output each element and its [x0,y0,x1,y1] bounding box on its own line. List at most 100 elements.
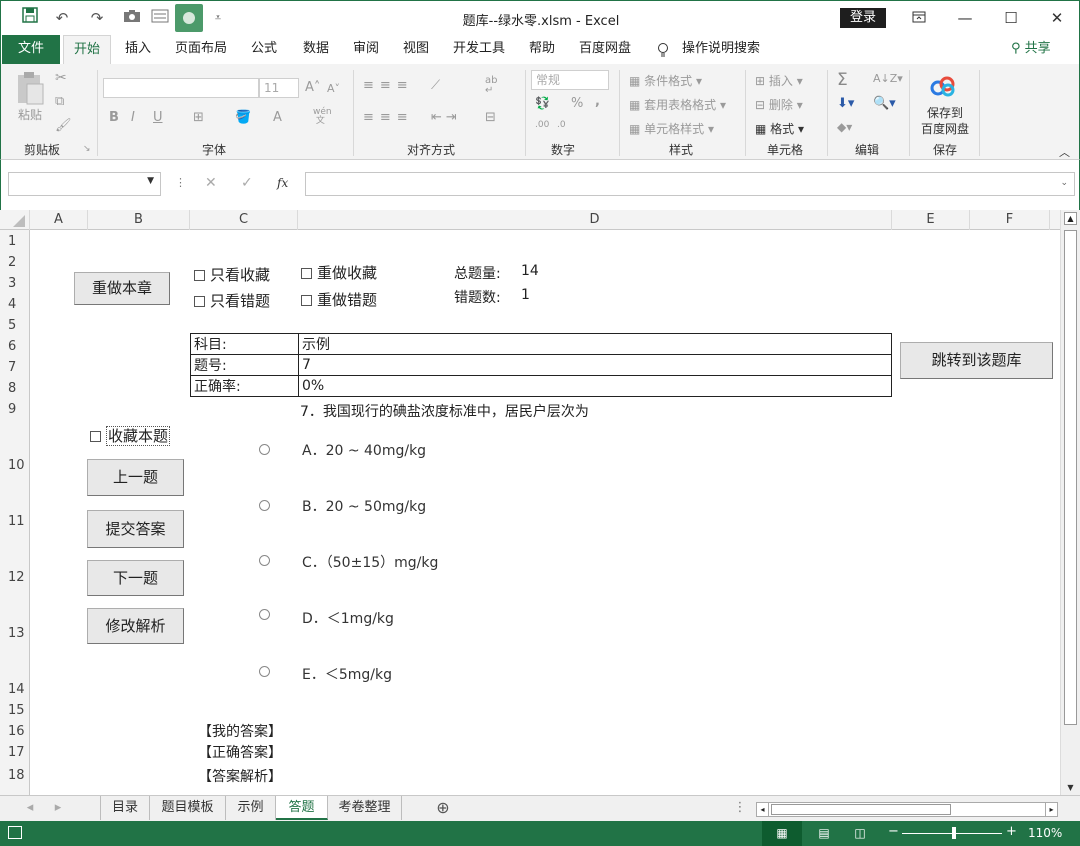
row-header[interactable]: 8 [0,381,30,396]
phonetic-icon[interactable]: wén 文 [313,108,332,126]
minimize-icon[interactable]: — [945,5,985,31]
sheet-tab-exam[interactable]: 考卷整理 [328,796,402,820]
comma-button[interactable]: , [595,94,600,109]
horizontal-scrollbar[interactable]: ◂ ▸ [756,802,1058,817]
column-header-A[interactable]: A [30,210,88,230]
sheet-tab-catalog[interactable]: 目录 [100,796,150,820]
macro-record-icon[interactable] [8,826,22,839]
percent-button[interactable]: % [571,96,583,111]
row-header[interactable]: 7 [0,360,30,375]
zoom-slider-thumb[interactable] [952,827,956,839]
insert-function-icon[interactable]: fx [277,176,288,190]
name-box[interactable]: ▼ [8,172,161,196]
info-value-accuracy[interactable]: 0% [298,375,892,397]
submit-answer-button[interactable]: 提交答案 [87,510,184,548]
font-size-combo[interactable]: 11 [259,78,299,98]
fill-icon[interactable]: ⬇▾ [837,96,854,111]
sheet-tab-answer[interactable]: 答题 [276,796,328,820]
tab-scroll-left-icon[interactable]: ◂ [20,796,40,820]
scroll-thumb[interactable] [1064,230,1077,725]
option-d-radio[interactable] [259,609,270,620]
expand-formula-icon[interactable]: ⌄ [1060,178,1068,188]
option-b-label[interactable]: B．20 ~ 50mg/kg [302,496,426,516]
close-icon[interactable]: ✕ [1037,5,1077,31]
option-a-radio[interactable] [259,444,270,455]
only-favorites-checkbox[interactable]: 只看收藏 [194,264,270,285]
normal-view-icon[interactable]: ▦ [762,821,802,846]
font-name-combo[interactable] [103,78,259,98]
row-header[interactable]: 4 [0,297,30,312]
info-key-accuracy[interactable]: 正确率: [190,375,299,397]
currency-icon[interactable]: 💱 [535,96,550,110]
tab-data[interactable]: 数据 [293,35,339,64]
hscroll-right-icon[interactable]: ▸ [1045,803,1057,816]
hscroll-left-icon[interactable]: ◂ [757,803,769,816]
enter-icon[interactable]: ✓ [241,175,253,191]
row-header[interactable]: 6 [0,339,30,354]
fill-color-icon[interactable]: 🪣 [235,110,251,125]
paste-icon[interactable] [15,70,49,110]
page-break-view-icon[interactable]: ◫ [846,821,874,846]
conditional-formatting-button[interactable]: ▦ 条件格式 ▾ [629,72,702,89]
dialog-launcher-icon[interactable]: ↘ [83,144,91,154]
decrease-decimal-icon[interactable]: .0 [557,120,566,130]
maximize-icon[interactable]: ☐ [991,5,1031,31]
sort-filter-icon[interactable]: A↓Z▾ [873,72,903,85]
paste-label[interactable]: 粘贴 [18,106,42,123]
redo-wrong-checkbox[interactable]: 重做错题 [301,289,377,310]
sheet-tab-example[interactable]: 示例 [226,796,276,820]
zoom-in-icon[interactable]: + [1006,824,1017,839]
bold-button[interactable]: B [109,110,119,125]
tab-home[interactable]: 开始 [63,35,111,64]
next-question-button[interactable]: 下一题 [87,560,184,596]
vertical-scrollbar[interactable]: ▲ ▼ [1060,210,1080,795]
row-header[interactable]: 18 [0,768,30,783]
tab-splitter-icon[interactable]: ⋮ [730,796,750,820]
tab-scroll-right-icon[interactable]: ▸ [48,796,68,820]
collapse-ribbon-icon[interactable]: ︿ [1059,144,1070,160]
option-c-label[interactable]: C．（50±15）mg/kg [302,552,438,572]
row-header[interactable]: 14 [0,682,30,697]
align-top-icons[interactable]: ≡≡≡ [363,78,414,93]
tab-file[interactable]: 文件 [2,35,60,64]
row-header[interactable]: 3 [0,276,30,291]
find-select-icon[interactable]: 🔍▾ [873,96,896,111]
option-a-label[interactable]: A．20 ~ 40mg/kg [302,440,426,460]
tab-baidu-pan[interactable]: 百度网盘 [573,35,637,64]
copy-icon[interactable]: ⧉ [55,94,64,109]
edit-analysis-button[interactable]: 修改解析 [87,608,184,644]
checkbox-box[interactable] [194,270,205,281]
tell-me-search[interactable]: 操作说明搜索 [681,35,761,64]
row-header[interactable]: 2 [0,255,30,270]
checkbox-box[interactable] [194,296,205,307]
info-value-subject[interactable]: 示例 [298,333,892,355]
clear-icon[interactable]: ◆▾ [837,120,852,134]
tab-help[interactable]: 帮助 [519,35,565,64]
delete-cells-button[interactable]: ⊟ 删除 ▾ [755,96,803,113]
sheet-tab-template[interactable]: 题目模板 [150,796,226,820]
info-key-number[interactable]: 题号: [190,354,299,376]
italic-button[interactable]: I [131,110,135,125]
merge-center-icon[interactable]: ⊟ [485,110,496,125]
redo-chapter-button[interactable]: 重做本章 [74,272,170,305]
jump-to-bank-button[interactable]: 跳转到该题库 [900,342,1053,379]
login-button[interactable]: 登录 [840,8,886,28]
formula-bar-splitter-icon[interactable]: ⋮ [175,176,186,189]
align-left-icons[interactable]: ≡≡≡ [363,110,414,125]
row-header[interactable]: 17 [0,745,30,760]
scroll-down-icon[interactable]: ▼ [1064,782,1077,793]
column-header-B[interactable]: B [88,210,190,230]
row-header[interactable]: 16 [0,724,30,739]
tab-review[interactable]: 审阅 [343,35,389,64]
row-header[interactable]: 15 [0,703,30,718]
font-color-icon[interactable]: A [273,110,282,125]
cell-styles-button[interactable]: ▦ 单元格样式 ▾ [629,120,714,137]
save-to-baidu-line2[interactable]: 百度网盘 [921,120,969,137]
checkbox-box[interactable] [301,268,312,279]
wrap-text-icon[interactable]: ab ↵ [485,76,497,96]
only-wrong-checkbox[interactable]: 只看错题 [194,290,270,311]
share-button[interactable]: ⚲ 共享 [1011,35,1051,64]
hscroll-thumb[interactable] [771,804,951,815]
tab-formulas[interactable]: 公式 [241,35,287,64]
column-header-D[interactable]: D [298,210,892,230]
